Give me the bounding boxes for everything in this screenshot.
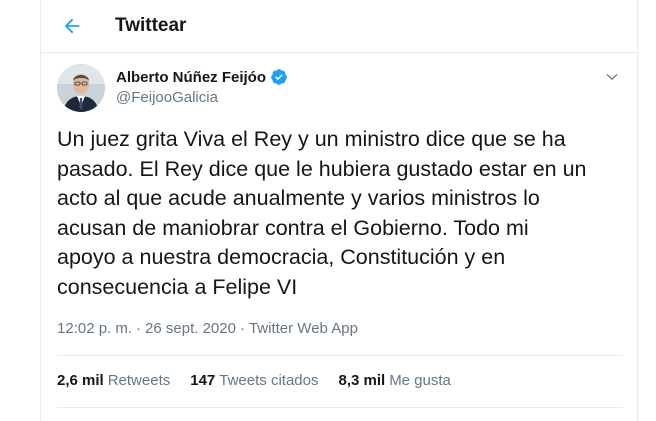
tweet-date[interactable]: 26 sept. 2020 bbox=[145, 320, 236, 337]
meta-separator: · bbox=[239, 320, 245, 337]
divider bbox=[57, 355, 623, 356]
tweet-source[interactable]: Twitter Web App bbox=[249, 320, 358, 337]
likes-stat[interactable]: 8,3 mil Me gusta bbox=[338, 372, 450, 389]
page-title: Twittear bbox=[115, 15, 187, 36]
page-header: Twittear bbox=[41, 0, 637, 53]
tweet-metadata: 12:02 p. m. · 26 sept. 2020 · Twitter We… bbox=[57, 320, 358, 337]
retweets-count: 2,6 mil bbox=[57, 372, 104, 389]
verified-badge-icon bbox=[270, 68, 288, 86]
quote-tweets-count: 147 bbox=[190, 372, 216, 389]
likes-count: 8,3 mil bbox=[338, 372, 386, 389]
retweets-label: Retweets bbox=[107, 372, 171, 389]
chevron-down-icon bbox=[605, 70, 619, 84]
retweets-stat[interactable]: 2,6 mil Retweets bbox=[57, 372, 170, 389]
avatar[interactable] bbox=[57, 64, 105, 112]
likes-label: Me gusta bbox=[389, 372, 451, 389]
tweet-stats: 2,6 mil Retweets 147 Tweets citados 8,3 mi… bbox=[57, 372, 471, 389]
arrow-left-icon bbox=[61, 15, 83, 37]
meta-separator: · bbox=[136, 320, 142, 337]
author-name[interactable]: Alberto Núñez Feijóo bbox=[116, 69, 266, 86]
back-button[interactable] bbox=[55, 9, 89, 43]
author-handle[interactable]: @FeijooGalicia bbox=[116, 89, 218, 106]
more-options-button[interactable] bbox=[603, 68, 621, 86]
quote-tweets-stat[interactable]: 147 Tweets citados bbox=[190, 372, 318, 389]
divider bbox=[57, 407, 623, 408]
tweet-detail-column: Twittear Alberto Núñez Feijóo @FeijooGal… bbox=[40, 0, 638, 421]
quote-tweets-label: Tweets citados bbox=[219, 372, 319, 389]
tweet-time[interactable]: 12:02 p. m. bbox=[57, 320, 132, 337]
tweet-text: Un juez grita Viva el Rey y un ministro … bbox=[57, 127, 587, 299]
author-name-row[interactable]: Alberto Núñez Feijóo bbox=[116, 68, 288, 86]
